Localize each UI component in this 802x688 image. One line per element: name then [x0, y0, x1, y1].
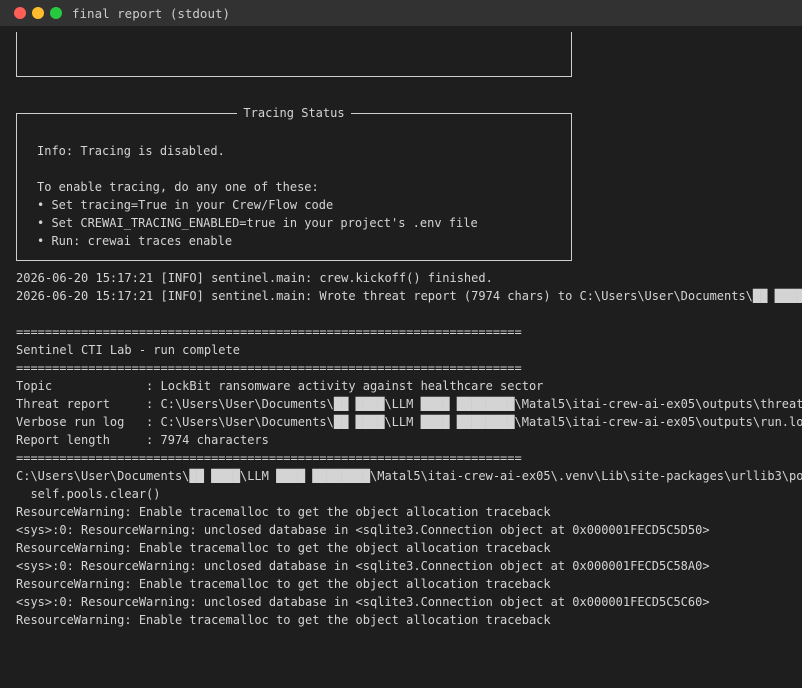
maximize-button[interactable] [50, 7, 62, 19]
terminal-output[interactable]: Tracing Status Info: Tracing is disabled… [0, 26, 802, 688]
summary-row-report-length: Report length : 7974 characters [16, 433, 269, 447]
summary-row-topic: Topic : LockBit ransomware activity agai… [16, 379, 544, 393]
tracing-box-title: Tracing Status [237, 106, 351, 120]
close-button[interactable] [14, 7, 26, 19]
warning-line: C:\Users\User\Documents\██ ████\LLM ████… [16, 469, 802, 483]
warning-line: <sys>:0: ResourceWarning: unclosed datab… [16, 523, 710, 537]
tracing-status-box: Tracing Status Info: Tracing is disabled… [16, 106, 572, 261]
log-line: 2026-06-20 15:17:21 [INFO] sentinel.main… [16, 289, 802, 303]
warning-line: self.pools.clear() [16, 487, 161, 501]
separator: ========================================… [16, 361, 522, 375]
warning-line: <sys>:0: ResourceWarning: unclosed datab… [16, 595, 710, 609]
warning-line: ResourceWarning: Enable tracemalloc to g… [16, 577, 551, 591]
tracing-instructions: To enable tracing, do any one of these: [37, 180, 319, 194]
minimize-button[interactable] [32, 7, 44, 19]
terminal-window: final report (stdout) Tracing Status Inf… [0, 0, 802, 688]
separator: ========================================… [16, 325, 522, 339]
tracing-bullet: • Set CREWAI_TRACING_ENABLED=true in you… [37, 216, 478, 230]
separator: ========================================… [16, 451, 522, 465]
tracing-bullet: • Run: crewai traces enable [37, 234, 233, 248]
title-bar: final report (stdout) [0, 0, 802, 26]
tracing-info: Info: Tracing is disabled. [37, 144, 225, 158]
summary-row-threat-report: Threat report : C:\Users\User\Documents\… [16, 397, 802, 411]
summary-row-run-log: Verbose run log : C:\Users\User\Document… [16, 415, 802, 429]
previous-box-bottom [16, 32, 572, 77]
window-title: final report (stdout) [72, 5, 231, 21]
warning-line: ResourceWarning: Enable tracemalloc to g… [16, 505, 551, 519]
tracing-bullet: • Set tracing=True in your Crew/Flow cod… [37, 198, 334, 212]
warning-line: ResourceWarning: Enable tracemalloc to g… [16, 541, 551, 555]
warning-line: ResourceWarning: Enable tracemalloc to g… [16, 613, 551, 627]
log-line: 2026-06-20 15:17:21 [INFO] sentinel.main… [16, 271, 493, 285]
warning-line: <sys>:0: ResourceWarning: unclosed datab… [16, 559, 710, 573]
summary-heading: Sentinel CTI Lab - run complete [16, 343, 240, 357]
